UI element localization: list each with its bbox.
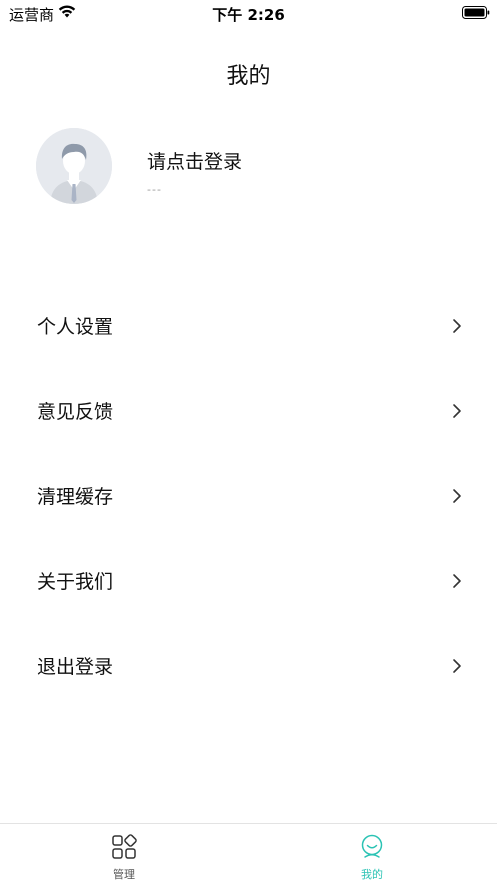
- smiley-person-icon: [361, 834, 383, 858]
- default-user-icon: [36, 128, 112, 204]
- settings-menu: 个人设置 意见反馈 清理缓存 关于我们 退出登录: [0, 283, 497, 708]
- login-prompt[interactable]: 请点击登录: [147, 147, 242, 174]
- tab-manage[interactable]: 管理: [0, 824, 248, 883]
- chevron-right-icon: [453, 574, 461, 588]
- status-time: 下午 2:26: [212, 6, 285, 24]
- menu-item-feedback[interactable]: 意见反馈: [0, 368, 497, 453]
- bottom-tab-bar: 管理 我的: [0, 823, 497, 883]
- menu-item-label: 意见反馈: [37, 401, 114, 423]
- chevron-right-icon: [453, 404, 461, 418]
- menu-item-label: 退出登录: [37, 656, 114, 678]
- menu-item-clear-cache[interactable]: 清理缓存: [0, 453, 497, 538]
- menu-item-about-us[interactable]: 关于我们: [0, 538, 497, 623]
- grid-icon: [112, 834, 137, 859]
- menu-item-label: 关于我们: [37, 571, 114, 593]
- chevron-right-icon: [453, 319, 461, 333]
- menu-item-label: 清理缓存: [37, 486, 114, 508]
- profile-page: 运营商 下午 2:26 我的 请点击登录 --- 个人设置 意见反馈 清理缓存 …: [0, 0, 497, 883]
- menu-item-personal-settings[interactable]: 个人设置: [0, 283, 497, 368]
- battery-icon: [462, 6, 490, 19]
- menu-item-label: 个人设置: [37, 316, 114, 338]
- status-bar: 运营商 下午 2:26: [0, 0, 497, 26]
- page-title: 我的: [226, 64, 271, 89]
- chevron-right-icon: [453, 659, 461, 673]
- avatar[interactable]: [36, 128, 112, 204]
- chevron-right-icon: [453, 489, 461, 503]
- tab-label: 管理: [113, 868, 135, 881]
- menu-item-logout[interactable]: 退出登录: [0, 623, 497, 708]
- user-subtitle: ---: [147, 183, 162, 196]
- tab-label: 我的: [361, 868, 383, 881]
- tab-mine[interactable]: 我的: [248, 824, 496, 883]
